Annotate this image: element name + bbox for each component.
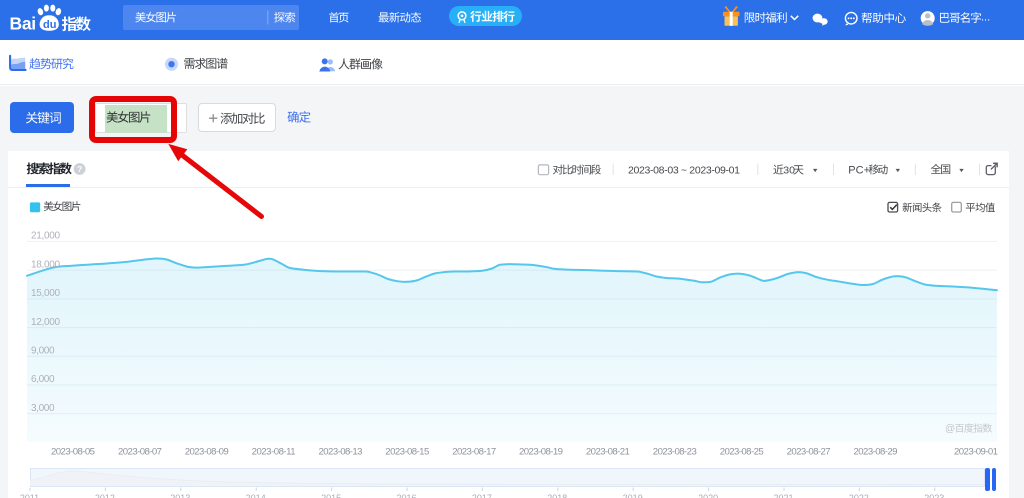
svg-text:2021: 2021 xyxy=(773,493,793,498)
svg-text:2023-08-15: 2023-08-15 xyxy=(385,447,429,458)
svg-text:?: ? xyxy=(77,164,82,174)
svg-text:2023-08-23: 2023-08-23 xyxy=(653,447,697,458)
svg-text:2022: 2022 xyxy=(849,493,869,498)
svg-text:2017: 2017 xyxy=(472,493,492,498)
svg-text:2023-08-27: 2023-08-27 xyxy=(787,447,831,458)
svg-text:12,000: 12,000 xyxy=(31,317,60,328)
svg-text:2023-08-13: 2023-08-13 xyxy=(319,447,363,458)
svg-text:@: @ xyxy=(945,424,955,435)
svg-text:2023-08-29: 2023-08-29 xyxy=(854,447,898,458)
svg-text:2023-08-11: 2023-08-11 xyxy=(252,447,296,458)
svg-text:2012: 2012 xyxy=(95,493,115,498)
svg-text:6,000: 6,000 xyxy=(31,374,55,385)
svg-text:9,000: 9,000 xyxy=(31,346,55,357)
svg-text:2023-08-05: 2023-08-05 xyxy=(51,447,95,458)
svg-text:...: ... xyxy=(981,11,990,23)
svg-text:2023-08-21: 2023-08-21 xyxy=(586,447,630,458)
svg-text:2023-08-25: 2023-08-25 xyxy=(720,447,764,458)
svg-text:15,000: 15,000 xyxy=(31,288,60,299)
svg-text:18,000: 18,000 xyxy=(31,259,60,270)
svg-text:2023: 2023 xyxy=(924,493,944,498)
svg-text:2014: 2014 xyxy=(246,493,266,498)
svg-text:du: du xyxy=(43,19,56,31)
svg-text:PC+: PC+ xyxy=(848,164,870,176)
svg-text:2011: 2011 xyxy=(20,493,39,498)
svg-text:2018: 2018 xyxy=(547,493,567,498)
svg-text:21,000: 21,000 xyxy=(31,231,60,242)
svg-text:2013: 2013 xyxy=(170,493,190,498)
svg-text:2023-08-17: 2023-08-17 xyxy=(452,447,496,458)
svg-text:2023-08-03 ~ 2023-09-01: 2023-08-03 ~ 2023-09-01 xyxy=(628,165,740,177)
svg-text:2019: 2019 xyxy=(623,493,643,498)
svg-text:2015: 2015 xyxy=(321,493,341,498)
svg-text:2023-09-01: 2023-09-01 xyxy=(954,447,998,458)
svg-text:2023-08-07: 2023-08-07 xyxy=(118,447,162,458)
svg-text:2023-08-09: 2023-08-09 xyxy=(185,447,229,458)
svg-text:Bai: Bai xyxy=(10,13,36,33)
svg-text:2016: 2016 xyxy=(396,493,416,498)
svg-text:30: 30 xyxy=(783,164,795,176)
svg-text:3,000: 3,000 xyxy=(31,403,55,414)
svg-text:2020: 2020 xyxy=(698,493,718,498)
svg-text:2023-08-19: 2023-08-19 xyxy=(519,447,563,458)
